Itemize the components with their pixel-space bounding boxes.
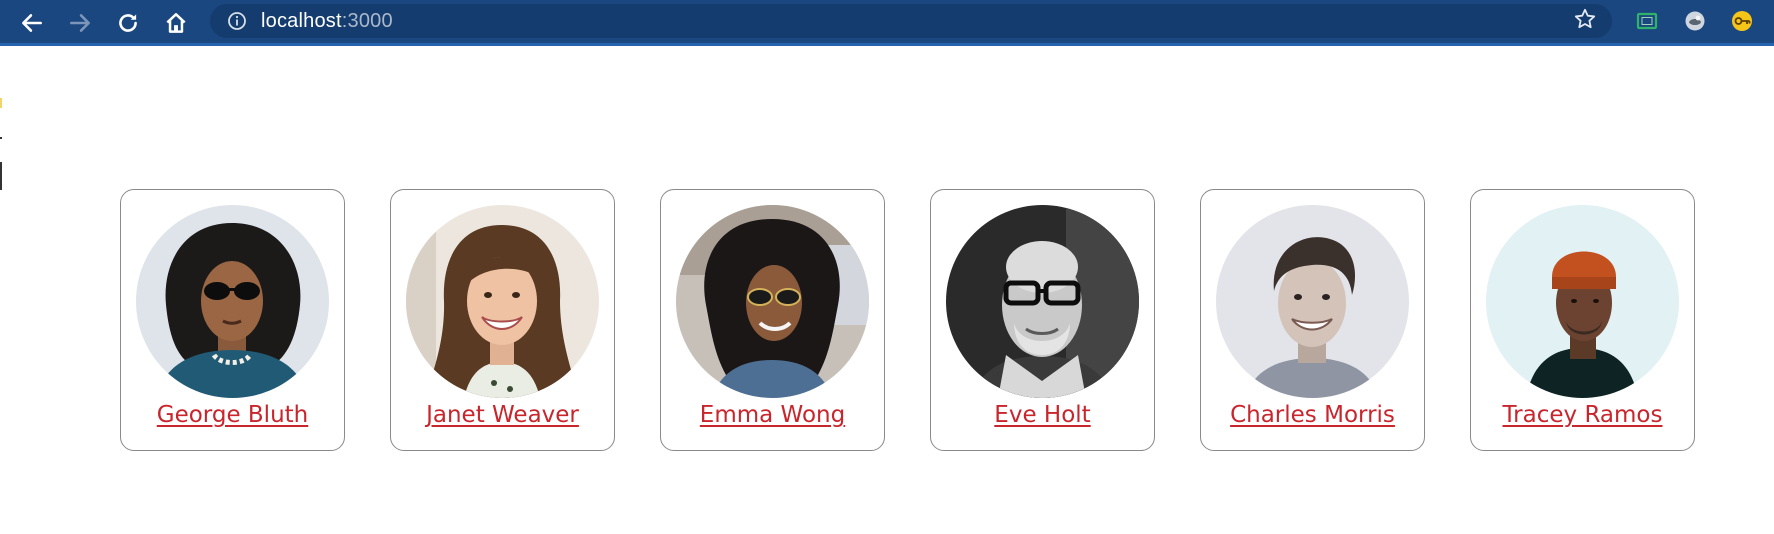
- user-name-link[interactable]: Tracey Ramos: [1471, 400, 1694, 430]
- user-name-link[interactable]: Charles Morris: [1201, 400, 1424, 430]
- user-name-link[interactable]: Janet Weaver: [391, 400, 614, 430]
- user-card: Emma Wong: [660, 189, 885, 451]
- browser-toolbar: localhost:3000: [0, 0, 1774, 46]
- address-bar[interactable]: localhost:3000: [210, 4, 1612, 38]
- user-avatar: [1486, 205, 1679, 398]
- user-avatar: [946, 205, 1139, 398]
- user-card: Eve Holt: [930, 189, 1155, 451]
- url-host: localhost: [261, 10, 342, 32]
- user-name-link[interactable]: George Bluth: [121, 400, 344, 430]
- user-photo: [1486, 205, 1679, 398]
- url-text[interactable]: localhost:3000: [261, 9, 393, 33]
- forward-icon: [70, 14, 90, 32]
- reload-icon: [119, 14, 137, 32]
- user-avatar: [1216, 205, 1409, 398]
- password-extension-icon[interactable]: [1730, 9, 1754, 33]
- user-card: Janet Weaver: [390, 189, 615, 451]
- user-avatar: [676, 205, 869, 398]
- user-avatar: [136, 205, 329, 398]
- back-icon: [22, 14, 42, 32]
- page-edge-mark: [0, 162, 2, 190]
- user-photo: [676, 205, 869, 398]
- home-button[interactable]: [160, 7, 192, 39]
- user-card: Tracey Ramos: [1470, 189, 1695, 451]
- page-edge-mark: [0, 98, 2, 108]
- user-photo: [406, 205, 599, 398]
- page-edge-mark: [0, 137, 2, 139]
- user-name-link[interactable]: Eve Holt: [931, 400, 1154, 430]
- user-photo: [1216, 205, 1409, 398]
- user-photo: [136, 205, 329, 398]
- star-icon[interactable]: [1573, 7, 1597, 31]
- url-port: :3000: [341, 10, 393, 32]
- info-icon[interactable]: [227, 11, 247, 31]
- user-name-link[interactable]: Emma Wong: [661, 400, 884, 430]
- screenshot-extension-icon[interactable]: [1635, 9, 1659, 33]
- privacy-extension-icon[interactable]: [1683, 9, 1707, 33]
- home-icon: [166, 13, 186, 33]
- user-card: George Bluth: [120, 189, 345, 451]
- user-photo: [946, 205, 1139, 398]
- forward-button[interactable]: [64, 7, 96, 39]
- reload-button[interactable]: [112, 7, 144, 39]
- user-avatar: [406, 205, 599, 398]
- back-button[interactable]: [16, 7, 48, 39]
- user-card: Charles Morris: [1200, 189, 1425, 451]
